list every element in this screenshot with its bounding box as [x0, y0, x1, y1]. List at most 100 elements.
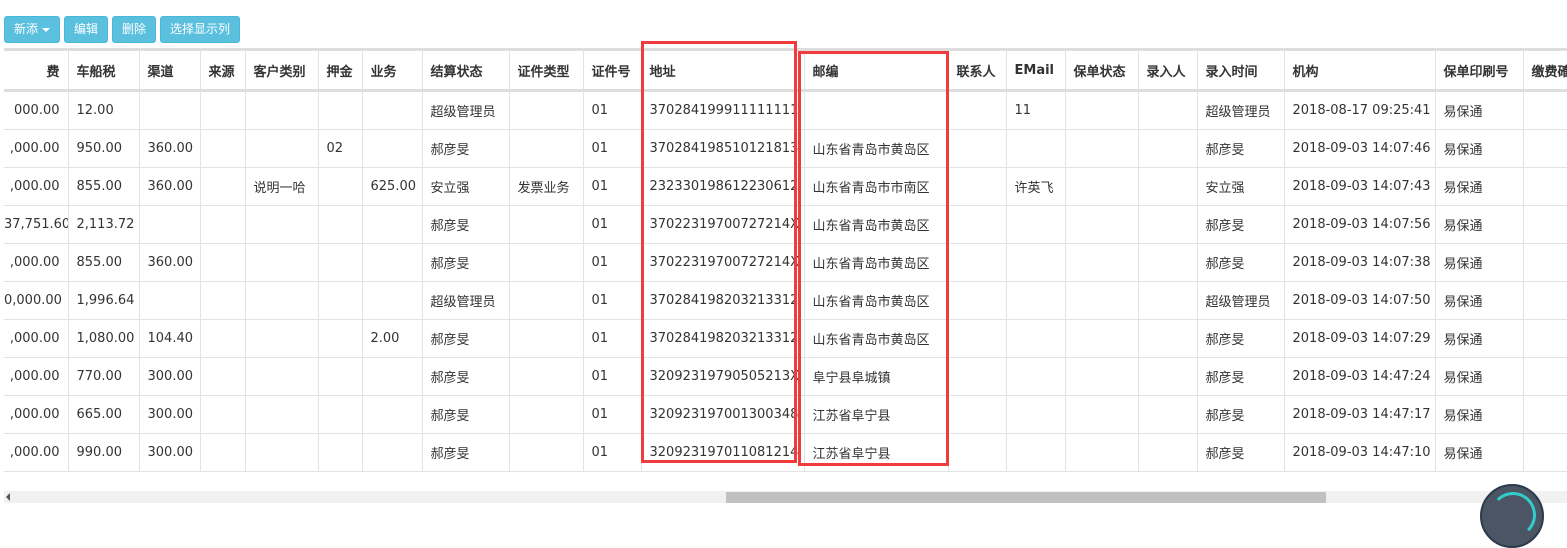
table-cell — [1523, 243, 1567, 282]
table-cell — [948, 90, 1007, 130]
table-cell: ,000.00 — [4, 167, 69, 206]
column-header[interactable]: 渠道 — [139, 51, 201, 92]
table-cell — [1138, 395, 1198, 434]
column-header[interactable]: 缴费確 — [1523, 51, 1567, 92]
table-cell — [1523, 205, 1567, 244]
table-cell: ,000.00 — [4, 433, 69, 472]
column-header[interactable]: 结算状态 — [422, 51, 510, 92]
table-cell — [245, 129, 319, 168]
add-dropdown-button[interactable]: 新添 — [4, 16, 61, 43]
table-cell: 易保通 — [1435, 281, 1524, 320]
table-cell: 855.00 — [68, 167, 140, 206]
select-columns-button[interactable]: 选择显示列 — [160, 16, 241, 43]
table-cell — [1138, 357, 1198, 396]
table-cell: 01 — [583, 319, 642, 358]
table-cell: 郝彦旻 — [1197, 395, 1285, 434]
table-cell: 01 — [583, 243, 642, 282]
table-cell — [948, 433, 1007, 472]
scroll-left-icon[interactable] — [6, 493, 10, 501]
scrollbar-thumb[interactable] — [726, 492, 1326, 503]
table-cell: 易保通 — [1435, 357, 1524, 396]
table-cell: 770.00 — [68, 357, 140, 396]
column-header[interactable]: 联系人 — [948, 51, 1007, 92]
table-cell — [1065, 90, 1139, 130]
table-cell — [362, 90, 423, 130]
table-cell — [318, 319, 363, 358]
table-cell — [318, 167, 363, 206]
table-cell — [245, 357, 319, 396]
table-cell — [1523, 395, 1567, 434]
table-cell: 2018-09-03 14:07:38 — [1284, 243, 1436, 282]
table-cell — [318, 433, 363, 472]
column-header[interactable]: 业务 — [362, 51, 423, 92]
table-cell — [362, 433, 423, 472]
table-cell: 625.00 — [362, 167, 423, 206]
floating-widget-icon[interactable] — [1480, 484, 1544, 548]
column-header[interactable]: 机构 — [1284, 51, 1436, 92]
table-cell — [1006, 281, 1066, 320]
horizontal-scrollbar[interactable] — [4, 491, 1567, 503]
column-header[interactable]: 保单印刷号 — [1435, 51, 1524, 92]
table-cell — [1523, 357, 1567, 396]
table-cell: 郝彦旻 — [422, 243, 510, 282]
column-header[interactable]: EMail — [1006, 51, 1066, 92]
column-header[interactable]: 录入时间 — [1197, 51, 1285, 92]
table-cell — [509, 205, 584, 244]
table-cell: 易保通 — [1435, 167, 1524, 206]
column-header[interactable]: 车船税 — [68, 51, 140, 92]
table-cell: 02 — [318, 129, 363, 168]
table-cell — [245, 90, 319, 130]
table-cell: 易保通 — [1435, 205, 1524, 244]
table-cell — [200, 205, 246, 244]
delete-button[interactable]: 删除 — [112, 16, 157, 43]
table-cell — [1138, 90, 1198, 130]
table-cell: 郝彦旻 — [422, 319, 510, 358]
table-cell: 2018-09-03 14:07:29 — [1284, 319, 1436, 358]
table-cell: 37,751.60 — [4, 205, 69, 244]
table-cell: 郝彦旻 — [1197, 357, 1285, 396]
table-cell — [1065, 395, 1139, 434]
table-cell — [1138, 319, 1198, 358]
table-cell — [139, 205, 201, 244]
table-cell: 2,113.72 — [68, 205, 140, 244]
table-cell — [318, 395, 363, 434]
table-cell — [318, 357, 363, 396]
column-header[interactable]: 费 — [4, 51, 69, 92]
table-cell — [1006, 129, 1066, 168]
table-cell — [1006, 205, 1066, 244]
caret-down-icon — [42, 27, 51, 32]
table-cell — [1065, 319, 1139, 358]
table-cell — [200, 433, 246, 472]
table-cell — [948, 357, 1007, 396]
column-header[interactable]: 证件类型 — [509, 51, 584, 92]
edit-button[interactable]: 编辑 — [64, 16, 109, 43]
table-cell — [245, 243, 319, 282]
column-header[interactable]: 证件号 — [583, 51, 642, 92]
table-cell: 郝彦旻 — [1197, 433, 1285, 472]
table-cell: ,000.00 — [4, 243, 69, 282]
table-cell — [1523, 90, 1567, 130]
table-cell — [200, 281, 246, 320]
column-header[interactable]: 录入人 — [1138, 51, 1198, 92]
table-cell: 郝彦旻 — [422, 395, 510, 434]
table-cell: 2018-09-03 14:47:17 — [1284, 395, 1436, 434]
table-cell: 950.00 — [68, 129, 140, 168]
table-cell: 1,996.64 — [68, 281, 140, 320]
table-cell: 000.00 — [4, 90, 69, 130]
table-cell: ,000.00 — [4, 357, 69, 396]
table-cell — [948, 205, 1007, 244]
column-header[interactable]: 来源 — [200, 51, 246, 92]
table-cell — [1065, 243, 1139, 282]
table-cell: 01 — [583, 90, 642, 130]
column-header[interactable]: 押金 — [318, 51, 363, 92]
table-cell: 安立强 — [1197, 167, 1285, 206]
table-cell: 郝彦旻 — [422, 357, 510, 396]
table-cell — [362, 205, 423, 244]
column-header[interactable]: 保单状态 — [1065, 51, 1139, 92]
table-cell: 郝彦旻 — [1197, 129, 1285, 168]
table-cell — [318, 243, 363, 282]
table-cell: 郝彦旻 — [1197, 243, 1285, 282]
table-cell — [1138, 205, 1198, 244]
column-header[interactable]: 客户类别 — [245, 51, 319, 92]
table-cell — [948, 395, 1007, 434]
